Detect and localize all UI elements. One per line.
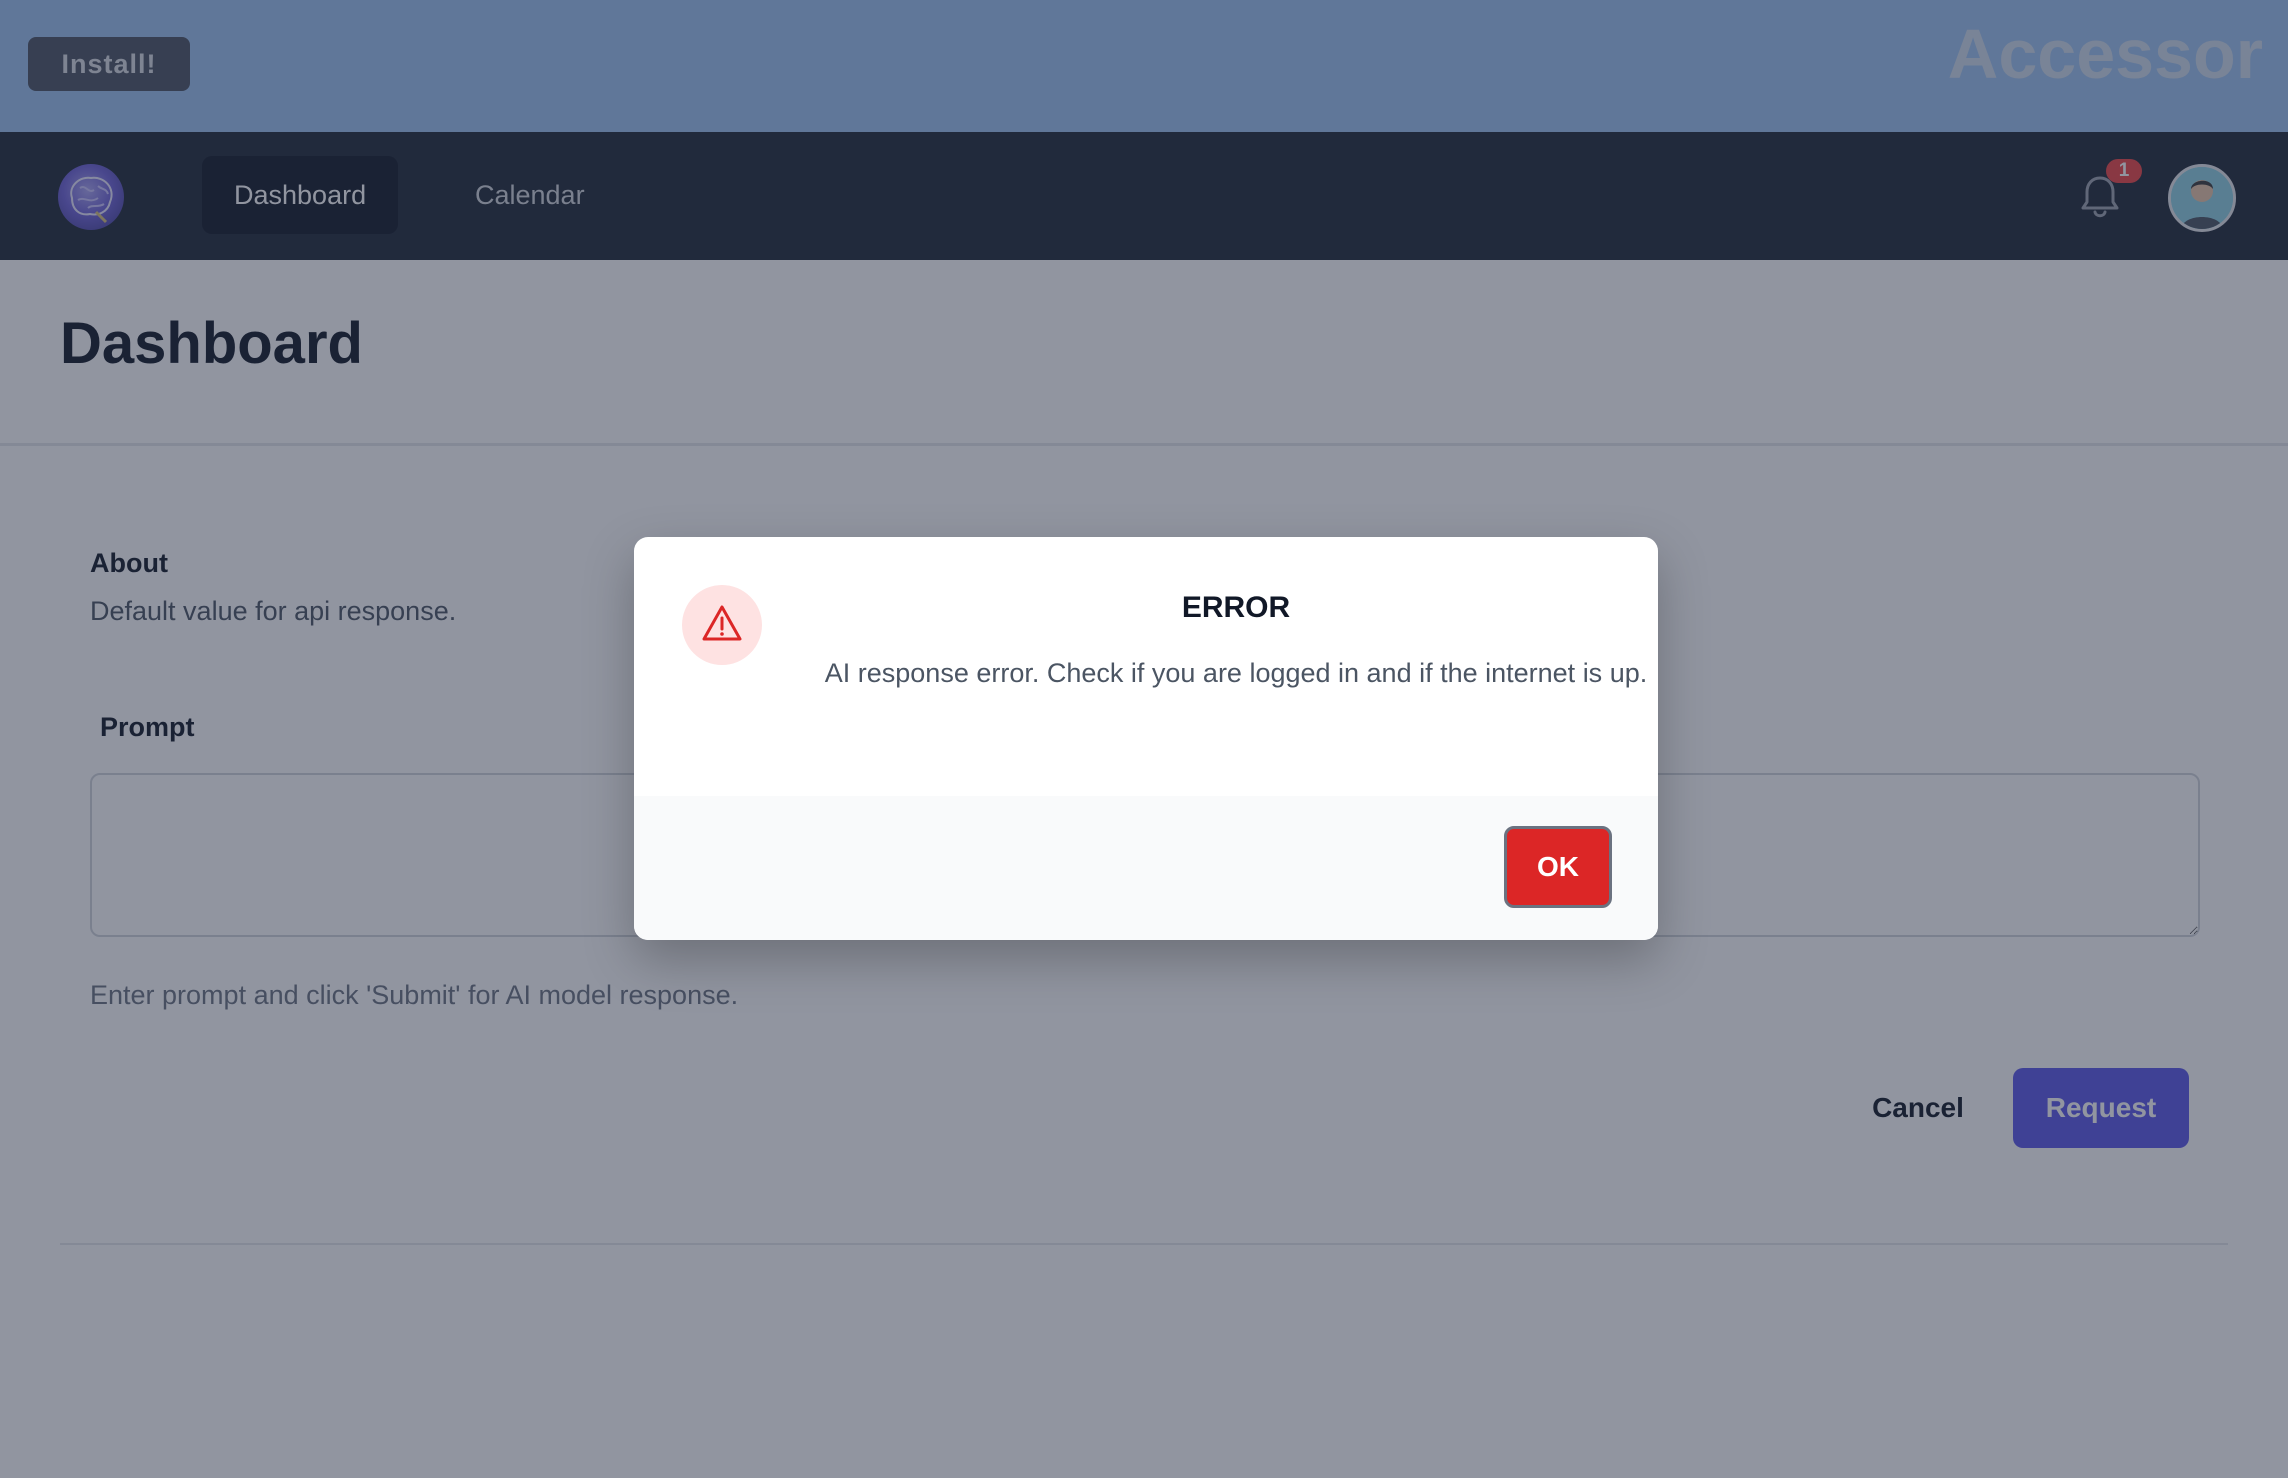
error-dialog: ERROR AI response error. Check if you ar…	[634, 537, 1658, 940]
warning-triangle-icon	[682, 585, 762, 665]
dialog-title: ERROR	[1181, 591, 1291, 624]
dialog-message: AI response error. Check if you are logg…	[824, 658, 1648, 688]
dialog-footer: OK	[634, 796, 1658, 940]
ok-button[interactable]: OK	[1504, 826, 1612, 908]
